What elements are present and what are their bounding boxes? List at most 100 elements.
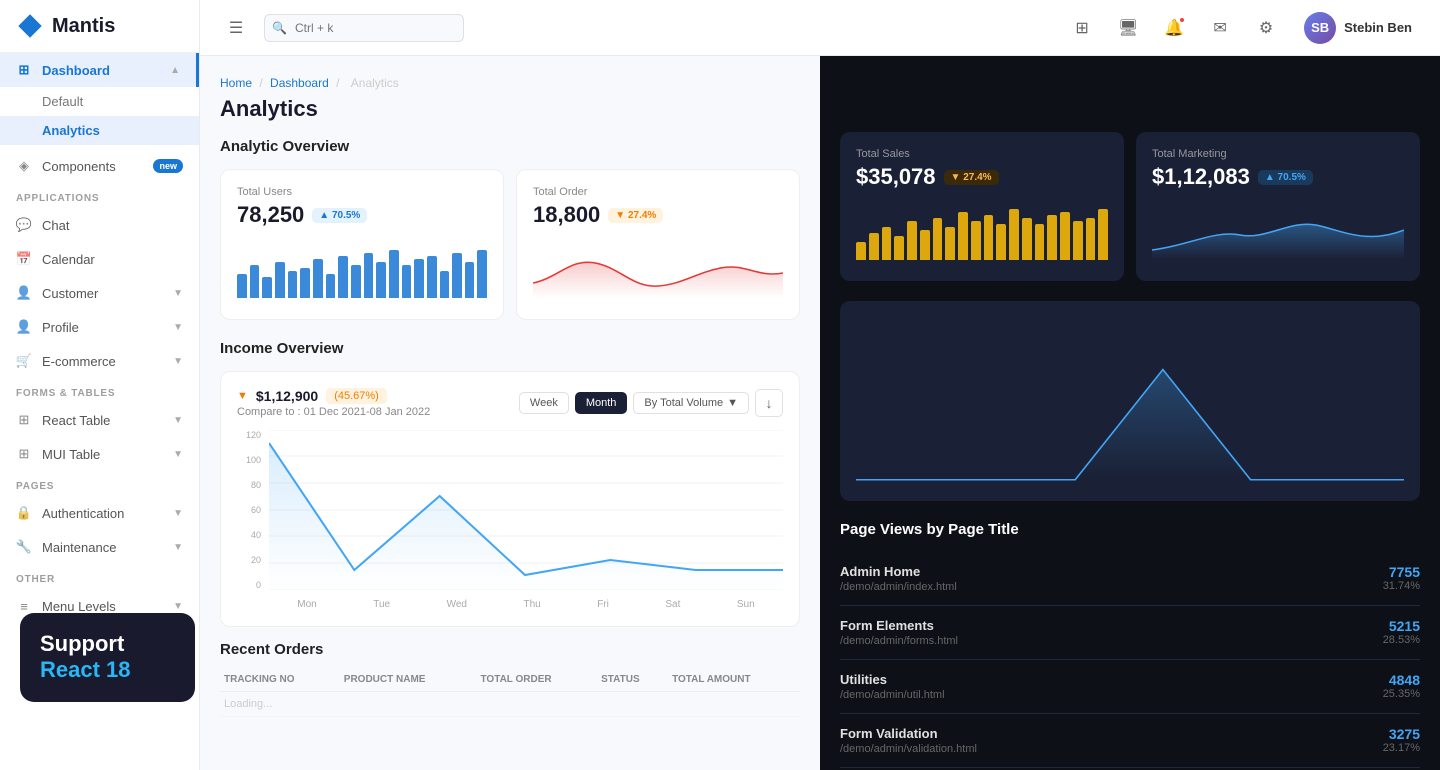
support-line1: Support bbox=[40, 631, 175, 657]
x-axis-labels: MonTueWedThuFriSatSun bbox=[269, 599, 783, 610]
sidebar-item-customer[interactable]: 👤 Customer ▼ bbox=[0, 276, 199, 310]
sidebar-item-label: React Table bbox=[42, 413, 110, 428]
search-input[interactable] bbox=[264, 14, 464, 42]
sidebar-item-label: Menu Levels bbox=[42, 599, 116, 614]
left-column: Home / Dashboard / Analytics Analytics A… bbox=[200, 56, 820, 770]
chevron-down-icon: ▼ bbox=[173, 356, 183, 367]
sidebar-item-label: Customer bbox=[42, 286, 98, 301]
page-view-item-form-elements: Form Elements /demo/admin/forms.html 521… bbox=[840, 606, 1420, 660]
sidebar-item-label: Chat bbox=[42, 218, 69, 233]
chevron-down-icon: ▼ bbox=[173, 322, 183, 333]
settings-button[interactable]: ⚙ bbox=[1250, 12, 1282, 44]
pv-pct: 25.35% bbox=[1383, 688, 1420, 700]
chevron-down-icon: ▼ bbox=[173, 601, 183, 612]
section-label-other: Other bbox=[0, 564, 199, 589]
pv-count: 3275 bbox=[1383, 726, 1420, 742]
sidebar-item-authentication[interactable]: 🔒 Authentication ▼ bbox=[0, 496, 199, 530]
section-page-views: Page Views by Page Title bbox=[840, 521, 1420, 538]
breadcrumb-dashboard[interactable]: Dashboard bbox=[270, 76, 329, 90]
week-button[interactable]: Week bbox=[519, 392, 569, 414]
income-arrow: ▼ bbox=[237, 390, 248, 402]
stat-label: Total Sales bbox=[856, 148, 1108, 160]
page-views-list: Admin Home /demo/admin/index.html 7755 3… bbox=[840, 552, 1420, 770]
col-tracking: TRACKING NO bbox=[220, 668, 340, 692]
chevron-up-icon: ▲ bbox=[170, 65, 180, 76]
dashboard-icon: ⊞ bbox=[16, 62, 32, 78]
sidebar-item-calendar[interactable]: 📅 Calendar bbox=[0, 242, 199, 276]
stat-badge: ▼ 27.4% bbox=[944, 170, 999, 185]
support-line2: React 18 bbox=[40, 657, 175, 683]
income-compare-text: Compare to : 01 Dec 2021-08 Jan 2022 bbox=[237, 406, 430, 418]
stats-grid-dark: Total Sales $35,078 ▼ 27.4% bbox=[840, 132, 1420, 281]
bar-chart-users bbox=[237, 238, 487, 298]
stat-value: $35,078 bbox=[856, 164, 936, 190]
stat-badge: ▲ 70.5% bbox=[1258, 170, 1313, 185]
sidebar-item-profile[interactable]: 👤 Profile ▼ bbox=[0, 310, 199, 344]
income-chart: 120100806040200 bbox=[237, 430, 783, 610]
line-chart-svg bbox=[269, 430, 783, 590]
sidebar-item-components[interactable]: ◈ Components new bbox=[0, 149, 199, 183]
sidebar-item-react-table[interactable]: ⊞ React Table ▼ bbox=[0, 403, 199, 437]
hamburger-icon: ☰ bbox=[229, 18, 243, 38]
hamburger-button[interactable]: ☰ bbox=[220, 12, 252, 44]
notification-badge bbox=[1178, 16, 1186, 24]
notification-button[interactable]: 🔔 bbox=[1158, 12, 1190, 44]
pv-title: Form Validation bbox=[840, 726, 1383, 741]
pv-url: /demo/admin/index.html bbox=[840, 581, 1383, 593]
pv-pct: 23.17% bbox=[1383, 742, 1420, 754]
right-column: Total Sales $35,078 ▼ 27.4% bbox=[820, 56, 1440, 770]
sidebar-item-label: Dashboard bbox=[42, 63, 110, 78]
month-button[interactable]: Month bbox=[575, 392, 628, 414]
sidebar-item-chat[interactable]: 💬 Chat bbox=[0, 208, 199, 242]
area-chart-marketing bbox=[1152, 200, 1404, 260]
new-badge: new bbox=[153, 159, 183, 173]
pv-count: 5215 bbox=[1383, 618, 1420, 634]
col-total-amount: TOTAL AMOUNT bbox=[668, 668, 800, 692]
section-analytic-overview: Analytic Overview bbox=[220, 138, 800, 155]
sidebar-item-maintenance[interactable]: 🔧 Maintenance ▼ bbox=[0, 530, 199, 564]
income-controls: Week Month By Total Volume ▼ ↓ bbox=[519, 389, 783, 417]
col-total-order: TOTAL ORDER bbox=[477, 668, 598, 692]
sidebar-item-analytics[interactable]: Analytics bbox=[0, 116, 199, 145]
stat-card-total-marketing: Total Marketing $1,12,083 ▲ 70.5% bbox=[1136, 132, 1420, 281]
components-icon: ◈ bbox=[16, 158, 32, 174]
grid-button[interactable]: ⊞ bbox=[1066, 12, 1098, 44]
page-view-item-form-validation: Form Validation /demo/admin/validation.h… bbox=[840, 714, 1420, 768]
dropdown-arrow: ▼ bbox=[727, 397, 738, 409]
monitor-button[interactable]: 🖥 bbox=[1112, 12, 1144, 44]
sidebar-item-label: Authentication bbox=[42, 506, 124, 521]
sidebar-item-ecommerce[interactable]: 🛒 E-commerce ▼ bbox=[0, 344, 199, 378]
pv-title: Form Elements bbox=[840, 618, 1383, 633]
chevron-down-icon: ▼ bbox=[173, 542, 183, 553]
customer-icon: 👤 bbox=[16, 285, 32, 301]
stat-value: 18,800 bbox=[533, 202, 600, 228]
volume-dropdown[interactable]: By Total Volume ▼ bbox=[633, 392, 749, 414]
page-view-item-admin-home: Admin Home /demo/admin/index.html 7755 3… bbox=[840, 552, 1420, 606]
dark-area-chart bbox=[856, 317, 1404, 485]
app-name: Mantis bbox=[52, 15, 115, 38]
sidebar-item-mui-table[interactable]: ⊞ MUI Table ▼ bbox=[0, 437, 199, 471]
download-button[interactable]: ↓ bbox=[755, 389, 783, 417]
mail-icon: ✉ bbox=[1213, 18, 1226, 38]
stat-card-total-users: Total Users 78,250 ▲ 70.5% bbox=[220, 169, 504, 320]
logo-icon bbox=[16, 12, 44, 40]
stat-card-total-sales: Total Sales $35,078 ▼ 27.4% bbox=[840, 132, 1124, 281]
income-overview-card: ▼ $1,12,900 (45.67%) Compare to : 01 Dec… bbox=[220, 371, 800, 627]
income-badge: (45.67%) bbox=[326, 388, 387, 404]
menu-levels-icon: ≡ bbox=[16, 598, 32, 614]
react-table-icon: ⊞ bbox=[16, 412, 32, 428]
chevron-down-icon: ▼ bbox=[173, 415, 183, 426]
col-status: STATUS bbox=[597, 668, 668, 692]
sidebar-item-default[interactable]: Default bbox=[0, 87, 199, 116]
search-icon: 🔍 bbox=[272, 21, 287, 35]
stat-label: Total Users bbox=[237, 186, 487, 198]
income-chart-dark bbox=[840, 301, 1420, 501]
sidebar-item-dashboard[interactable]: ⊞ Dashboard ▲ bbox=[0, 53, 199, 87]
mail-button[interactable]: ✉ bbox=[1204, 12, 1236, 44]
breadcrumb-home[interactable]: Home bbox=[220, 76, 252, 90]
breadcrumb-sep: / bbox=[259, 76, 266, 90]
section-recent-orders: Recent Orders bbox=[220, 641, 800, 658]
user-menu[interactable]: SB Stebin Ben bbox=[1296, 8, 1420, 48]
search-bar[interactable]: 🔍 bbox=[264, 14, 464, 42]
calendar-icon: 📅 bbox=[16, 251, 32, 267]
